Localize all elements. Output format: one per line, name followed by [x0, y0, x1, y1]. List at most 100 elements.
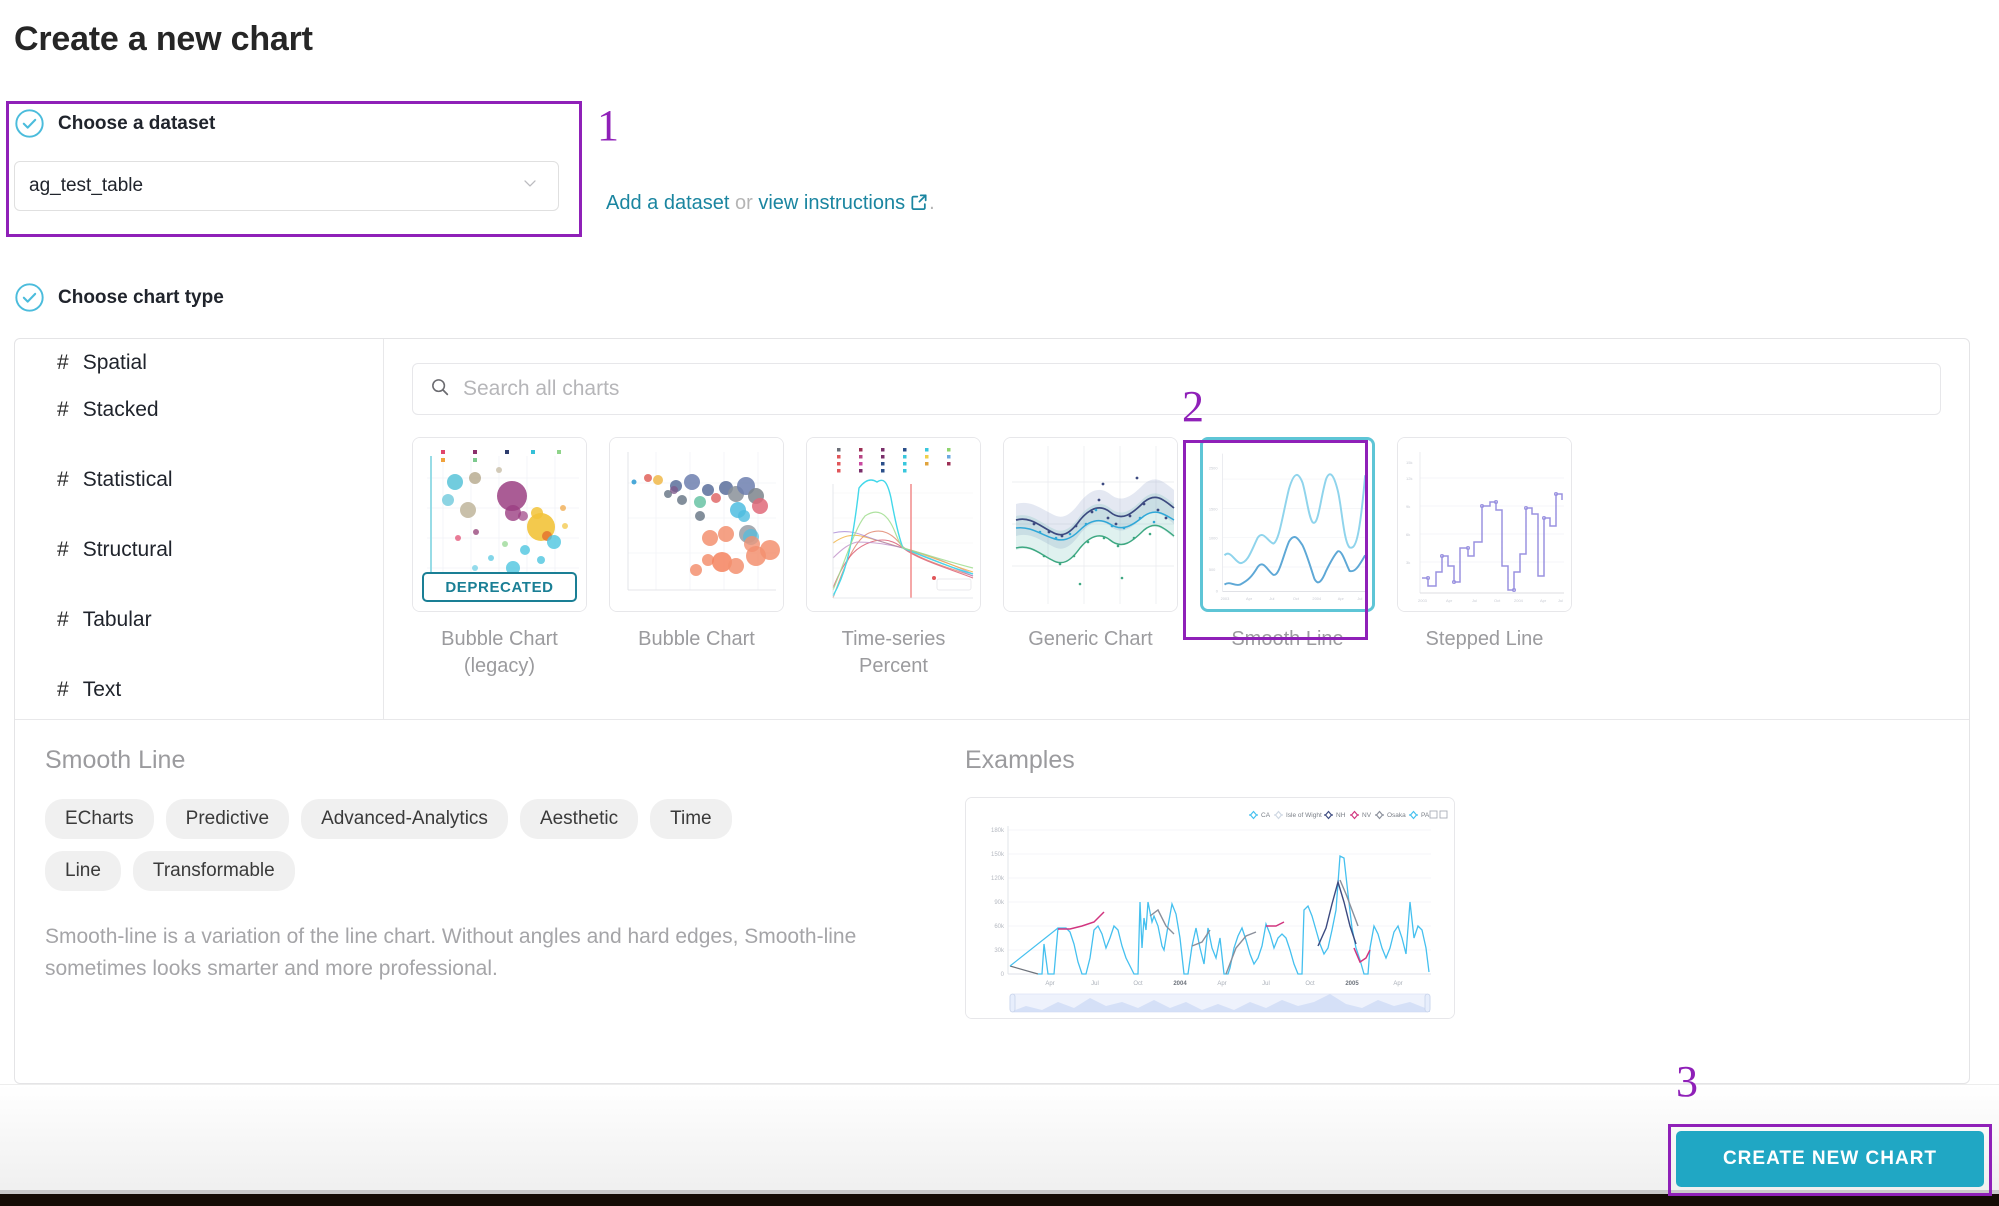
tag-advanced-analytics[interactable]: Advanced-Analytics [301, 799, 508, 839]
svg-text:CA: CA [1261, 812, 1271, 819]
search-placeholder: Search all charts [463, 377, 620, 400]
search-input[interactable]: Search all charts [412, 363, 1941, 415]
chart-option-smooth-line[interactable]: 2500 1500 1000 500 0 2003 Apr Jul Oct 2004 Apr Ju… [1200, 437, 1375, 680]
svg-text:2004: 2004 [1173, 981, 1187, 987]
svg-text:Isle of Wight: Isle of Wight [1286, 812, 1322, 819]
check-circle-icon [14, 108, 45, 139]
chart-tag-list: ECharts Predictive Advanced-Analytics Ae… [45, 799, 745, 891]
chart-option-label: Smooth Line [1231, 628, 1344, 650]
svg-text:Jul: Jul [1558, 598, 1563, 603]
svg-text:15k: 15k [1406, 460, 1412, 465]
search-icon [429, 376, 451, 403]
sidebar-item-label: Stacked [82, 398, 159, 421]
dataset-links-period: . [929, 192, 935, 214]
svg-text:Jul: Jul [1091, 981, 1099, 987]
choose-dataset-header: Choose a dataset [14, 108, 574, 139]
chart-thumbnail[interactable] [1003, 437, 1178, 612]
choose-chart-type-label: Choose chart type [58, 286, 224, 308]
sidebar-item-tabular[interactable]: # Tabular [15, 585, 383, 655]
svg-text:NV: NV [1362, 812, 1372, 819]
sidebar-item-spatial[interactable]: # Spatial [15, 339, 383, 375]
svg-text:Jul: Jul [1357, 596, 1362, 601]
view-instructions-link[interactable]: view instructions [758, 192, 905, 214]
chart-category-sidebar[interactable]: # Spatial # Stacked # Statistical # Stru… [15, 339, 384, 719]
svg-text:Apr: Apr [1246, 596, 1253, 601]
chart-option-time-series-percent[interactable]: Time-series Percent [806, 437, 981, 680]
tag-predictive[interactable]: Predictive [165, 799, 290, 839]
dataset-select-value: ag_test_table [29, 175, 144, 196]
chart-detail-section: Smooth Line ECharts Predictive Advanced-… [15, 720, 1969, 1083]
chart-thumbnail[interactable]: DEPRECATED [412, 437, 587, 612]
chart-option-label: Bubble Chart [638, 628, 755, 650]
sidebar-item-label: Structural [82, 538, 173, 561]
check-circle-icon [14, 282, 45, 313]
chart-description: Smooth-line is a variation of the line c… [45, 925, 857, 980]
add-a-dataset-link[interactable]: Add a dataset [606, 192, 729, 214]
tag-echarts[interactable]: ECharts [45, 799, 154, 839]
chevron-down-icon [520, 173, 540, 199]
chart-option-label: Generic Chart [1028, 628, 1153, 650]
svg-text:120k: 120k [991, 876, 1005, 882]
tag-aesthetic[interactable]: Aesthetic [519, 799, 639, 839]
chart-option-label: Stepped Line [1425, 628, 1544, 650]
svg-text:1500: 1500 [1209, 506, 1218, 511]
create-new-chart-button[interactable]: CREATE NEW CHART [1676, 1131, 1984, 1187]
chart-thumbnail-list: DEPRECATED Bubble Chart (legacy) Bubble … [412, 437, 1941, 680]
svg-text:Apr: Apr [1446, 598, 1453, 603]
annotation-number-3: 3 [1676, 1057, 1698, 1106]
svg-text:Apr: Apr [1540, 598, 1547, 603]
svg-text:12k: 12k [1406, 476, 1412, 481]
svg-text:2004: 2004 [1514, 598, 1524, 603]
chart-thumbnail[interactable]: 15k 12k 9k 6k 3k 2003 Apr Jul Oct 2004 Apr Jul [1397, 437, 1572, 612]
chart-thumbnail[interactable]: 2500 1500 1000 500 0 2003 Apr Jul Oct 2004 Apr Ju… [1200, 437, 1375, 612]
svg-text:60k: 60k [994, 924, 1005, 930]
svg-text:Oct: Oct [1293, 596, 1300, 601]
svg-text:2005: 2005 [1345, 981, 1359, 987]
svg-text:2003: 2003 [1221, 596, 1230, 601]
svg-text:3k: 3k [1406, 560, 1410, 565]
svg-text:150k: 150k [991, 852, 1005, 858]
chart-option-generic-chart[interactable]: Generic Chart [1003, 437, 1178, 680]
svg-text:2004: 2004 [1312, 596, 1321, 601]
sidebar-item-label: Spatial [82, 351, 147, 374]
tag-time[interactable]: Time [650, 799, 732, 839]
external-link-icon[interactable] [909, 192, 929, 218]
chart-option-stepped-line[interactable]: 15k 12k 9k 6k 3k 2003 Apr Jul Oct 2004 Apr Jul St… [1397, 437, 1572, 680]
choose-dataset-label: Choose a dataset [58, 112, 216, 134]
tag-line[interactable]: Line [45, 851, 121, 891]
chart-thumbnail[interactable] [806, 437, 981, 612]
choose-chart-type-header: Choose chart type [14, 282, 224, 313]
sidebar-item-stacked[interactable]: # Stacked [15, 375, 383, 445]
sidebar-item-label: Statistical [82, 468, 173, 491]
svg-text:2003: 2003 [1418, 598, 1428, 603]
svg-text:6k: 6k [1406, 532, 1410, 537]
svg-text:Oct: Oct [1133, 981, 1143, 987]
svg-text:1000: 1000 [1209, 536, 1218, 541]
chart-option-bubble-chart-legacy[interactable]: DEPRECATED Bubble Chart (legacy) [412, 437, 587, 680]
sidebar-item-structural[interactable]: # Structural [15, 515, 383, 585]
sidebar-item-text[interactable]: # Text [15, 655, 383, 719]
svg-text:500: 500 [1209, 567, 1216, 572]
svg-text:Jul: Jul [1262, 981, 1270, 987]
svg-text:9k: 9k [1406, 504, 1410, 509]
example-chart-image: CA Isle of Wight NH NV Osaka PA 180k 150… [965, 797, 1455, 1019]
chart-thumbnail[interactable] [609, 437, 784, 612]
svg-text:NH: NH [1336, 812, 1346, 819]
svg-text:PA: PA [1421, 812, 1430, 819]
svg-text:Apr: Apr [1217, 981, 1226, 987]
svg-text:Oct: Oct [1305, 981, 1315, 987]
chart-type-panel: # Spatial # Stacked # Statistical # Stru… [14, 338, 1970, 1084]
chart-detail-title: Smooth Line [45, 746, 186, 774]
deprecated-badge: DEPRECATED [422, 572, 577, 602]
chart-option-label: Time-series Percent [841, 628, 946, 677]
dataset-links: Add a dataset or view instructions. [606, 192, 935, 218]
sidebar-item-statistical[interactable]: # Statistical [15, 445, 383, 515]
svg-text:2500: 2500 [1209, 465, 1218, 470]
hash-icon: # [57, 678, 69, 701]
svg-text:90k: 90k [994, 900, 1005, 906]
chart-option-bubble-chart[interactable]: Bubble Chart [609, 437, 784, 680]
dataset-select[interactable]: ag_test_table [14, 161, 559, 211]
tag-transformable[interactable]: Transformable [132, 851, 295, 891]
svg-text:Oct: Oct [1494, 598, 1501, 603]
hash-icon: # [57, 468, 69, 491]
